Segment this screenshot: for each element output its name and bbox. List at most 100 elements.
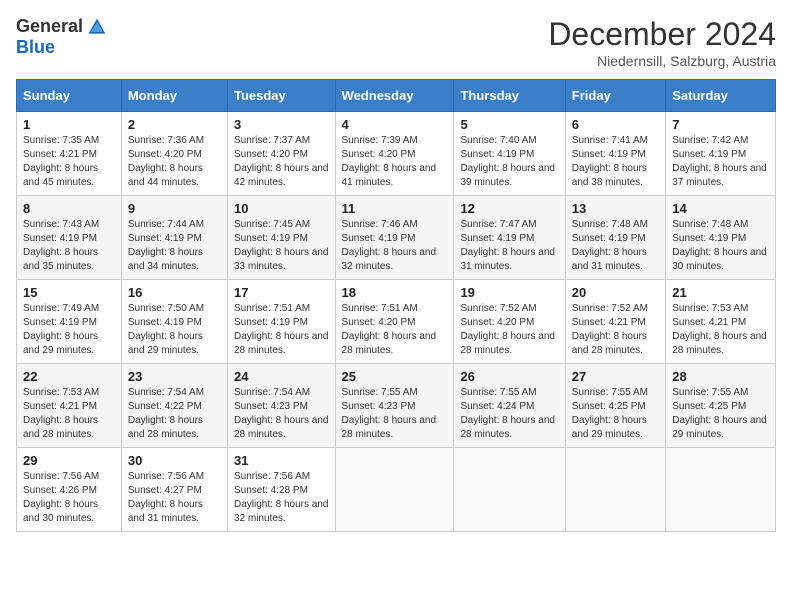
day-number: 14: [672, 201, 769, 216]
calendar-cell: 13 Sunrise: 7:48 AMSunset: 4:19 PMDaylig…: [565, 196, 665, 280]
day-info: Sunrise: 7:41 AMSunset: 4:19 PMDaylight:…: [572, 135, 648, 188]
day-number: 7: [672, 117, 769, 132]
day-info: Sunrise: 7:43 AMSunset: 4:19 PMDaylight:…: [23, 219, 99, 272]
day-info: Sunrise: 7:55 AMSunset: 4:25 PMDaylight:…: [572, 387, 648, 440]
day-number: 12: [460, 201, 558, 216]
day-info: Sunrise: 7:40 AMSunset: 4:19 PMDaylight:…: [460, 135, 555, 188]
day-info: Sunrise: 7:55 AMSunset: 4:23 PMDaylight:…: [342, 387, 437, 440]
day-info: Sunrise: 7:55 AMSunset: 4:24 PMDaylight:…: [460, 387, 555, 440]
month-title: December 2024: [548, 16, 776, 53]
day-info: Sunrise: 7:42 AMSunset: 4:19 PMDaylight:…: [672, 135, 767, 188]
calendar-cell: 9 Sunrise: 7:44 AMSunset: 4:19 PMDayligh…: [121, 196, 227, 280]
day-info: Sunrise: 7:52 AMSunset: 4:21 PMDaylight:…: [572, 303, 648, 356]
logo-icon: [87, 17, 107, 37]
day-info: Sunrise: 7:46 AMSunset: 4:19 PMDaylight:…: [342, 219, 437, 272]
day-number: 2: [128, 117, 221, 132]
day-number: 15: [23, 285, 115, 300]
day-info: Sunrise: 7:51 AMSunset: 4:19 PMDaylight:…: [234, 303, 329, 356]
calendar-cell: [666, 448, 776, 532]
day-number: 10: [234, 201, 329, 216]
calendar-cell: 22 Sunrise: 7:53 AMSunset: 4:21 PMDaylig…: [17, 364, 122, 448]
calendar-cell: 23 Sunrise: 7:54 AMSunset: 4:22 PMDaylig…: [121, 364, 227, 448]
calendar-cell: 6 Sunrise: 7:41 AMSunset: 4:19 PMDayligh…: [565, 112, 665, 196]
calendar-cell: 12 Sunrise: 7:47 AMSunset: 4:19 PMDaylig…: [454, 196, 565, 280]
day-info: Sunrise: 7:47 AMSunset: 4:19 PMDaylight:…: [460, 219, 555, 272]
day-number: 26: [460, 369, 558, 384]
day-number: 20: [572, 285, 659, 300]
column-header-saturday: Saturday: [666, 80, 776, 112]
day-info: Sunrise: 7:55 AMSunset: 4:25 PMDaylight:…: [672, 387, 767, 440]
calendar-cell: 14 Sunrise: 7:48 AMSunset: 4:19 PMDaylig…: [666, 196, 776, 280]
logo: General Blue: [16, 16, 107, 58]
calendar-cell: 3 Sunrise: 7:37 AMSunset: 4:20 PMDayligh…: [227, 112, 335, 196]
day-number: 6: [572, 117, 659, 132]
logo-blue-text: Blue: [16, 37, 55, 58]
calendar-cell: 5 Sunrise: 7:40 AMSunset: 4:19 PMDayligh…: [454, 112, 565, 196]
location-subtitle: Niedernsill, Salzburg, Austria: [548, 53, 776, 69]
calendar-cell: [454, 448, 565, 532]
column-header-monday: Monday: [121, 80, 227, 112]
calendar-week-2: 8 Sunrise: 7:43 AMSunset: 4:19 PMDayligh…: [17, 196, 776, 280]
calendar-table: SundayMondayTuesdayWednesdayThursdayFrid…: [16, 79, 776, 532]
day-number: 22: [23, 369, 115, 384]
logo-general-text: General: [16, 16, 83, 37]
day-info: Sunrise: 7:48 AMSunset: 4:19 PMDaylight:…: [672, 219, 767, 272]
page-header: General Blue December 2024 Niedernsill, …: [16, 16, 776, 69]
calendar-cell: 1 Sunrise: 7:35 AMSunset: 4:21 PMDayligh…: [17, 112, 122, 196]
day-info: Sunrise: 7:37 AMSunset: 4:20 PMDaylight:…: [234, 135, 329, 188]
day-number: 3: [234, 117, 329, 132]
day-info: Sunrise: 7:45 AMSunset: 4:19 PMDaylight:…: [234, 219, 329, 272]
day-number: 4: [342, 117, 448, 132]
calendar-cell: 15 Sunrise: 7:49 AMSunset: 4:19 PMDaylig…: [17, 280, 122, 364]
day-number: 19: [460, 285, 558, 300]
day-info: Sunrise: 7:49 AMSunset: 4:19 PMDaylight:…: [23, 303, 99, 356]
day-info: Sunrise: 7:39 AMSunset: 4:20 PMDaylight:…: [342, 135, 437, 188]
calendar-cell: 7 Sunrise: 7:42 AMSunset: 4:19 PMDayligh…: [666, 112, 776, 196]
day-number: 27: [572, 369, 659, 384]
calendar-week-5: 29 Sunrise: 7:56 AMSunset: 4:26 PMDaylig…: [17, 448, 776, 532]
calendar-cell: 20 Sunrise: 7:52 AMSunset: 4:21 PMDaylig…: [565, 280, 665, 364]
calendar-cell: [335, 448, 454, 532]
calendar-cell: 31 Sunrise: 7:56 AMSunset: 4:28 PMDaylig…: [227, 448, 335, 532]
calendar-cell: 25 Sunrise: 7:55 AMSunset: 4:23 PMDaylig…: [335, 364, 454, 448]
calendar-cell: 18 Sunrise: 7:51 AMSunset: 4:20 PMDaylig…: [335, 280, 454, 364]
calendar-cell: 10 Sunrise: 7:45 AMSunset: 4:19 PMDaylig…: [227, 196, 335, 280]
column-header-thursday: Thursday: [454, 80, 565, 112]
day-info: Sunrise: 7:44 AMSunset: 4:19 PMDaylight:…: [128, 219, 204, 272]
calendar-cell: 21 Sunrise: 7:53 AMSunset: 4:21 PMDaylig…: [666, 280, 776, 364]
title-area: December 2024 Niedernsill, Salzburg, Aus…: [548, 16, 776, 69]
day-number: 1: [23, 117, 115, 132]
calendar-week-4: 22 Sunrise: 7:53 AMSunset: 4:21 PMDaylig…: [17, 364, 776, 448]
calendar-cell: 26 Sunrise: 7:55 AMSunset: 4:24 PMDaylig…: [454, 364, 565, 448]
day-number: 23: [128, 369, 221, 384]
calendar-cell: 4 Sunrise: 7:39 AMSunset: 4:20 PMDayligh…: [335, 112, 454, 196]
day-info: Sunrise: 7:56 AMSunset: 4:28 PMDaylight:…: [234, 471, 329, 524]
day-info: Sunrise: 7:56 AMSunset: 4:26 PMDaylight:…: [23, 471, 99, 524]
day-number: 8: [23, 201, 115, 216]
column-header-friday: Friday: [565, 80, 665, 112]
day-number: 11: [342, 201, 448, 216]
day-info: Sunrise: 7:48 AMSunset: 4:19 PMDaylight:…: [572, 219, 648, 272]
day-number: 9: [128, 201, 221, 216]
column-header-sunday: Sunday: [17, 80, 122, 112]
day-number: 16: [128, 285, 221, 300]
day-number: 29: [23, 453, 115, 468]
day-info: Sunrise: 7:50 AMSunset: 4:19 PMDaylight:…: [128, 303, 204, 356]
day-number: 25: [342, 369, 448, 384]
day-number: 21: [672, 285, 769, 300]
calendar-header: SundayMondayTuesdayWednesdayThursdayFrid…: [17, 80, 776, 112]
day-info: Sunrise: 7:51 AMSunset: 4:20 PMDaylight:…: [342, 303, 437, 356]
calendar-cell: 16 Sunrise: 7:50 AMSunset: 4:19 PMDaylig…: [121, 280, 227, 364]
day-number: 5: [460, 117, 558, 132]
calendar-cell: 24 Sunrise: 7:54 AMSunset: 4:23 PMDaylig…: [227, 364, 335, 448]
calendar-week-3: 15 Sunrise: 7:49 AMSunset: 4:19 PMDaylig…: [17, 280, 776, 364]
day-info: Sunrise: 7:53 AMSunset: 4:21 PMDaylight:…: [23, 387, 99, 440]
day-number: 31: [234, 453, 329, 468]
day-info: Sunrise: 7:54 AMSunset: 4:22 PMDaylight:…: [128, 387, 204, 440]
day-number: 17: [234, 285, 329, 300]
calendar-cell: 17 Sunrise: 7:51 AMSunset: 4:19 PMDaylig…: [227, 280, 335, 364]
calendar-cell: 8 Sunrise: 7:43 AMSunset: 4:19 PMDayligh…: [17, 196, 122, 280]
calendar-cell: 30 Sunrise: 7:56 AMSunset: 4:27 PMDaylig…: [121, 448, 227, 532]
column-header-wednesday: Wednesday: [335, 80, 454, 112]
day-number: 24: [234, 369, 329, 384]
